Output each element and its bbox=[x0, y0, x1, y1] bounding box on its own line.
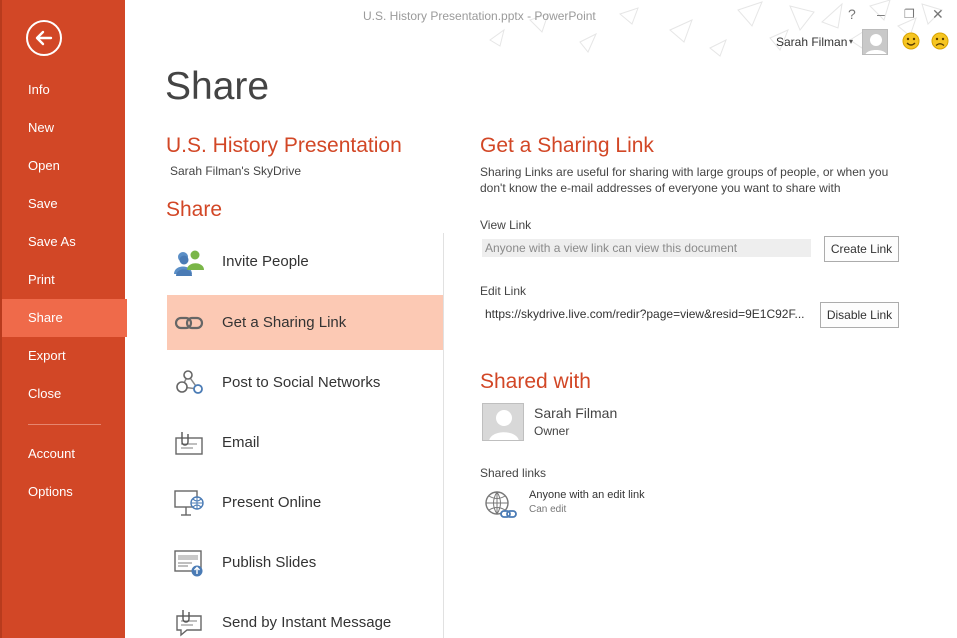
shared-links-label: Shared links bbox=[480, 466, 547, 480]
view-link-label: View Link bbox=[480, 218, 532, 232]
option-label: Present Online bbox=[222, 494, 322, 511]
backstage-nav: Info New Open Save Save As Print Share E… bbox=[0, 0, 127, 638]
owner-role: Owner bbox=[534, 424, 570, 438]
shared-link-title[interactable]: Anyone with an edit link bbox=[529, 489, 645, 501]
invite-people-icon bbox=[172, 245, 206, 279]
back-arrow-icon[interactable] bbox=[26, 20, 62, 56]
option-send-by-instant-message[interactable]: Send by Instant Message bbox=[167, 595, 443, 638]
email-icon bbox=[172, 426, 206, 460]
option-label: Email bbox=[222, 434, 260, 451]
owner-name[interactable]: Sarah Filman bbox=[534, 405, 617, 421]
view-link-field[interactable]: Anyone with a view link can view this do… bbox=[482, 239, 811, 257]
nav-account[interactable]: Account bbox=[2, 435, 127, 473]
restore-button[interactable]: ❐ bbox=[904, 7, 915, 21]
option-post-to-social-networks[interactable]: Post to Social Networks bbox=[167, 355, 443, 410]
owner-avatar bbox=[482, 403, 524, 441]
options-divider bbox=[443, 233, 444, 638]
globe-link-icon bbox=[482, 488, 518, 522]
option-label: Invite People bbox=[222, 253, 309, 270]
nav-divider bbox=[28, 424, 101, 425]
window-title: U.S. History Presentation.pptx - PowerPo… bbox=[363, 9, 596, 23]
social-networks-icon bbox=[172, 366, 206, 400]
nav-save[interactable]: Save bbox=[2, 185, 127, 223]
sharing-link-description: Sharing Links are useful for sharing wit… bbox=[480, 165, 889, 195]
shared-with-heading: Shared with bbox=[480, 370, 591, 393]
edit-link-label: Edit Link bbox=[480, 284, 527, 298]
option-get-sharing-link[interactable]: Get a Sharing Link bbox=[167, 295, 443, 350]
sharing-link-icon bbox=[172, 306, 206, 340]
option-label: Post to Social Networks bbox=[222, 374, 381, 391]
account-avatar[interactable] bbox=[862, 29, 888, 55]
edit-link-field[interactable]: https://skydrive.live.com/redir?page=vie… bbox=[482, 305, 807, 323]
option-email[interactable]: Email bbox=[167, 415, 443, 470]
present-online-icon bbox=[172, 486, 206, 520]
option-invite-people[interactable]: Invite People bbox=[167, 234, 443, 289]
disable-link-button[interactable]: Disable Link bbox=[820, 302, 899, 328]
nav-new[interactable]: New bbox=[2, 109, 127, 147]
nav-print[interactable]: Print bbox=[2, 261, 127, 299]
account-name[interactable]: Sarah Filman bbox=[776, 35, 847, 49]
option-label: Send by Instant Message bbox=[222, 614, 392, 631]
document-location: Sarah Filman's SkyDrive bbox=[170, 164, 301, 178]
help-button[interactable]: ? bbox=[848, 6, 856, 22]
send-a-frown-icon[interactable] bbox=[931, 32, 949, 50]
page-title: Share bbox=[165, 65, 270, 108]
instant-message-icon bbox=[172, 606, 206, 638]
nav-info[interactable]: Info bbox=[2, 71, 127, 109]
option-publish-slides[interactable]: Publish Slides bbox=[167, 535, 443, 590]
nav-export[interactable]: Export bbox=[2, 337, 127, 375]
nav-share[interactable]: Share bbox=[2, 299, 127, 337]
nav-close[interactable]: Close bbox=[2, 375, 127, 413]
option-present-online[interactable]: Present Online bbox=[167, 475, 443, 530]
send-a-smile-icon[interactable] bbox=[902, 32, 920, 50]
close-window-button[interactable]: ✕ bbox=[932, 6, 944, 23]
document-title: U.S. History Presentation bbox=[166, 134, 402, 157]
nav-options[interactable]: Options bbox=[2, 473, 127, 511]
shared-link-permission: Can edit bbox=[529, 504, 567, 515]
option-label: Publish Slides bbox=[222, 554, 317, 571]
account-chevron-icon[interactable]: ▾ bbox=[849, 37, 853, 46]
option-label: Get a Sharing Link bbox=[222, 314, 347, 331]
nav-open[interactable]: Open bbox=[2, 147, 127, 185]
sharing-link-heading: Get a Sharing Link bbox=[480, 134, 654, 157]
create-link-button[interactable]: Create Link bbox=[824, 236, 899, 262]
nav-save-as[interactable]: Save As bbox=[2, 223, 127, 261]
minimize-button[interactable]: – bbox=[877, 6, 885, 22]
publish-slides-icon bbox=[172, 546, 206, 580]
share-section-heading: Share bbox=[166, 198, 223, 221]
